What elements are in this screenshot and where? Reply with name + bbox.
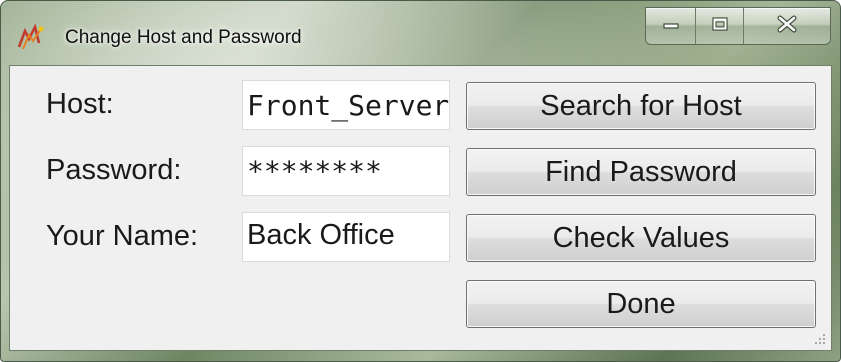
minimize-button[interactable] (646, 8, 696, 44)
minimize-icon (662, 17, 680, 35)
your-name-field[interactable]: Back Office (242, 212, 450, 262)
title-bar[interactable]: Change Host and Password (1, 1, 840, 65)
close-button[interactable] (744, 8, 830, 44)
done-button[interactable]: Done (466, 280, 816, 328)
host-field[interactable]: Front_Server (242, 80, 450, 130)
dialog-window: Change Host and Password Host: Front_Ser… (0, 0, 841, 362)
close-icon (776, 15, 798, 38)
dialog-body: Host: Front_Server Search for Host Passw… (9, 65, 832, 351)
search-for-host-button[interactable]: Search for Host (466, 82, 816, 130)
resize-grip-icon[interactable] (813, 332, 827, 346)
window-title: Change Host and Password (65, 27, 302, 48)
app-icon (15, 23, 51, 51)
maximize-icon (711, 16, 729, 37)
password-label: Password: (46, 154, 182, 186)
password-field[interactable]: ******** (242, 146, 450, 196)
find-password-button[interactable]: Find Password (466, 148, 816, 196)
your-name-label: Your Name: (46, 220, 199, 252)
caption-buttons (645, 7, 831, 45)
host-label: Host: (46, 88, 114, 120)
check-values-button[interactable]: Check Values (466, 214, 816, 262)
maximize-button[interactable] (696, 8, 744, 44)
